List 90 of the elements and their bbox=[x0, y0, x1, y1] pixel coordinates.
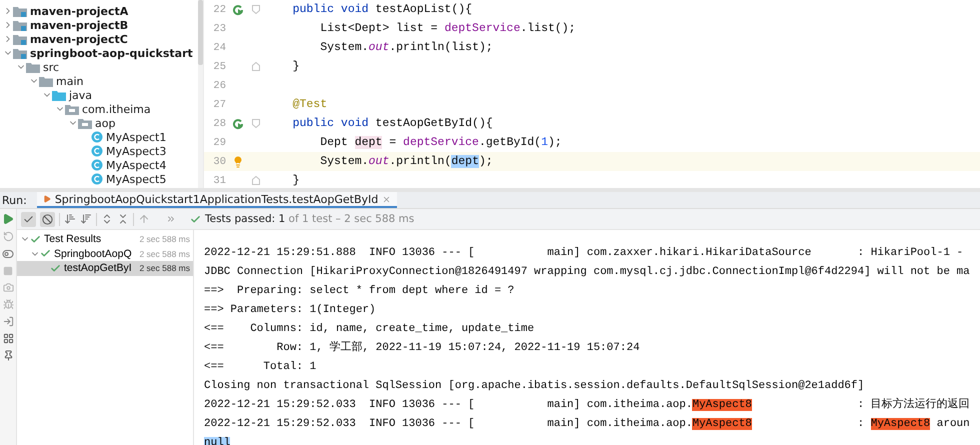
console-line: Closing non transactional SqlSession [org.apache.ibatis.session.defaults.DefaultSqlSession@2e1add6f] bbox=[204, 380, 864, 392]
test-result-row[interactable]: Test Results 2 sec 588 ms bbox=[17, 232, 193, 246]
run-test-icon[interactable] bbox=[232, 118, 244, 130]
line-number: 29 bbox=[212, 136, 226, 148]
test-result-row[interactable]: SpringbootAopQ 2 sec 588 ms bbox=[17, 246, 193, 261]
bug-icon[interactable] bbox=[2, 299, 14, 310]
code-line: List<Dept> list = deptService.list(); bbox=[319, 22, 576, 35]
tree-item[interactable]: MyAspect3 bbox=[0, 144, 198, 158]
test-status: Tests passed: 1 of 1 test – 2 sec 588 ms bbox=[205, 213, 414, 225]
fold-icon[interactable] bbox=[252, 5, 260, 14]
run-config-icon bbox=[42, 195, 51, 203]
up-arrow-icon[interactable] bbox=[138, 213, 150, 225]
package-icon bbox=[78, 118, 92, 128]
code-line: System.out.println(dept); bbox=[319, 155, 493, 168]
sort-icon[interactable] bbox=[64, 213, 76, 225]
line-number: 25 bbox=[212, 60, 226, 72]
line-number: 27 bbox=[212, 98, 226, 110]
tree-item[interactable]: com.itheima bbox=[0, 102, 198, 116]
run-icon[interactable] bbox=[2, 213, 14, 225]
console-line: <== Row: 1, 学工部, 2022-11-19 15:07:24, 2022-11-19 15:07:24 bbox=[204, 342, 640, 354]
tree-item[interactable]: springboot-aop-quickstart bbox=[0, 46, 198, 60]
rerun-icon[interactable] bbox=[2, 231, 14, 242]
fold-icon[interactable] bbox=[252, 176, 260, 185]
console-line: 2022-12-21 15:29:51.888 INFO 13036 --- [ main] com.zaxxer.hikari.HikariDataSource : HikariPool-1 - bbox=[204, 247, 964, 259]
code-line: } bbox=[292, 174, 300, 187]
check-icon bbox=[23, 214, 34, 224]
line-number: 30 bbox=[212, 156, 226, 168]
module-icon bbox=[13, 6, 27, 16]
folder-icon bbox=[26, 62, 40, 72]
class-icon bbox=[91, 145, 103, 157]
sort-by-duration-icon[interactable] bbox=[80, 213, 92, 225]
console-line: ==> Preparing: select * from dept where id = ? bbox=[204, 285, 514, 297]
check-icon bbox=[190, 214, 201, 224]
code-line: public void testAopGetById(){ bbox=[292, 117, 493, 130]
module-icon bbox=[13, 20, 27, 30]
tree-item[interactable]: maven-projectB bbox=[0, 18, 198, 32]
run-tab[interactable]: SpringbootAopQuickstart1ApplicationTests.testAopGetById bbox=[36, 192, 398, 208]
folder-icon bbox=[39, 76, 53, 86]
code-line: System.out.println(list); bbox=[319, 41, 493, 54]
expand-all-icon[interactable] bbox=[101, 213, 113, 225]
fold-icon[interactable] bbox=[252, 119, 260, 128]
ban-icon bbox=[42, 214, 53, 224]
console-line: ==> Parameters: 1(Integer) bbox=[204, 304, 376, 316]
test-result-row[interactable]: testAopGetByI 2 sec 588 ms bbox=[17, 261, 193, 276]
module-icon bbox=[13, 34, 27, 44]
class-icon bbox=[91, 159, 103, 171]
camera-icon[interactable] bbox=[2, 282, 14, 293]
close-icon[interactable] bbox=[382, 194, 392, 204]
class-icon bbox=[91, 173, 103, 185]
line-number: 26 bbox=[212, 80, 226, 92]
tree-item[interactable]: java bbox=[0, 88, 198, 102]
fold-icon[interactable] bbox=[252, 62, 260, 71]
tree-item[interactable]: MyAspect1 bbox=[0, 130, 198, 144]
collapse-all-icon[interactable] bbox=[117, 213, 129, 225]
console-line: <== Columns: id, name, create_time, update_time bbox=[204, 323, 534, 335]
line-number: 24 bbox=[212, 42, 226, 54]
code-line: Dept dept = deptService.getById(1); bbox=[319, 136, 562, 149]
pin-icon[interactable] bbox=[2, 350, 14, 361]
show-ignored-toggle[interactable] bbox=[40, 212, 55, 226]
line-number: 22 bbox=[212, 4, 226, 16]
more-icon[interactable] bbox=[166, 214, 176, 224]
console-line: 2022-12-21 15:29:52.033 INFO 13036 --- [ main] com.itheima.aop.MyAspect8 : 目标方法运行的返回 bbox=[204, 399, 970, 411]
layout-icon[interactable] bbox=[2, 333, 14, 344]
code-line: @Test bbox=[292, 98, 328, 111]
tree-item[interactable]: maven-projectA bbox=[0, 4, 198, 18]
console-line: 2022-12-21 15:29:52.033 INFO 13036 --- [ main] com.itheima.aop.MyAspect8 : MyAspect8 aroun bbox=[204, 418, 970, 430]
exit-icon[interactable] bbox=[2, 316, 14, 327]
toggle-icon[interactable] bbox=[2, 248, 14, 260]
show-passed-toggle[interactable] bbox=[21, 212, 36, 226]
tree-item[interactable]: src bbox=[0, 60, 198, 74]
console-line: JDBC Connection [HikariProxyConnection@1826491497 wrapping com.mysql.cj.jdbc.ConnectionImpl@6f4d2294] will not be ma bbox=[204, 266, 970, 278]
line-number: 31 bbox=[212, 174, 226, 186]
tree-item[interactable]: MyAspect5 bbox=[0, 172, 198, 186]
run-test-icon[interactable] bbox=[232, 4, 244, 16]
code-line: } bbox=[292, 60, 300, 73]
folder-icon bbox=[52, 90, 66, 100]
line-number: 28 bbox=[212, 118, 226, 130]
console-line: <== Total: 1 bbox=[204, 361, 316, 373]
package-icon bbox=[65, 104, 79, 114]
module-icon bbox=[13, 48, 27, 58]
panel-title: Run: bbox=[1, 192, 28, 208]
tree-item[interactable]: MyAspect4 bbox=[0, 158, 198, 172]
tree-item[interactable]: maven-projectC bbox=[0, 32, 198, 46]
lightbulb-icon[interactable] bbox=[232, 156, 244, 168]
stop-icon[interactable] bbox=[3, 266, 13, 276]
code-line: public void testAopList(){ bbox=[292, 3, 472, 16]
class-icon bbox=[91, 131, 103, 143]
line-number: 23 bbox=[212, 22, 226, 34]
tree-item[interactable]: aop bbox=[0, 116, 198, 130]
tree-item[interactable]: main bbox=[0, 74, 198, 88]
